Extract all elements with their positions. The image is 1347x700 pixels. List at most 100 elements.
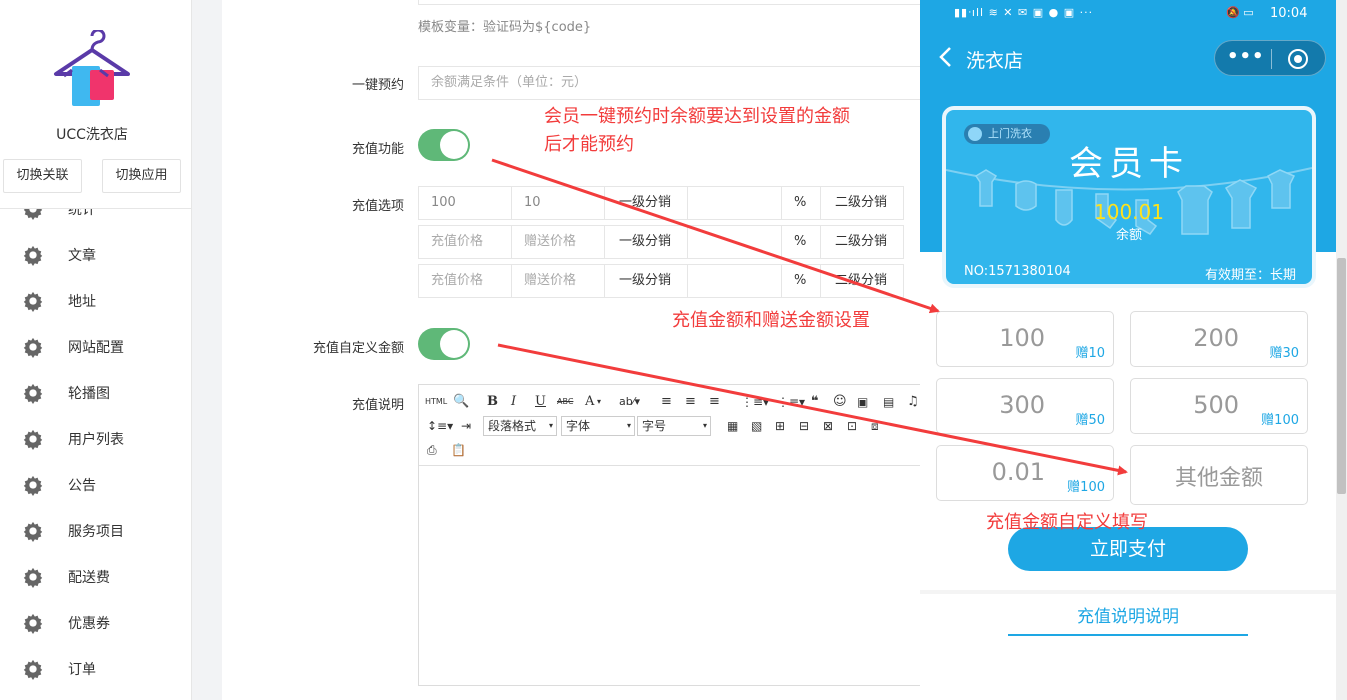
video-icon[interactable]: ▤	[883, 391, 894, 413]
strikethrough-button[interactable]: ABC	[557, 391, 573, 413]
sidebar-item-label: 统计	[68, 202, 96, 218]
line-height-icon[interactable]: ↕≡▾	[427, 415, 453, 437]
recharge-price-input[interactable]: 100	[418, 186, 512, 220]
table-props-icon[interactable]: ▧	[751, 415, 762, 437]
scrollbar-thumb[interactable]	[1337, 258, 1346, 494]
miniprogram-capsule[interactable]: •••	[1214, 40, 1326, 76]
highlight-icon[interactable]: ab⁄▾	[619, 391, 640, 413]
custom-amount-toggle[interactable]	[418, 328, 470, 360]
level1-distribution-label: 一级分销	[604, 186, 688, 220]
sidebar-menu: 统计 文章 地址 网站配置 轮播图 用户列表 公告 服务项目 配送费 优惠券 订…	[0, 202, 191, 700]
gear-icon	[23, 567, 43, 588]
phone-preview: ▮▮ᐧıll ≋ ✕ ✉ ▣ ● ▣ ··· 🔕 ▭ 10:04 洗衣店 •••	[920, 0, 1336, 700]
sidebar: UCC洗衣店 切换关联 切换应用 统计 文章 地址 网站配置 轮播图 用户列表 …	[0, 0, 192, 700]
back-arrow-icon[interactable]	[934, 44, 958, 70]
phone-divider	[920, 590, 1336, 594]
other-amount-label: 其他金额	[1174, 466, 1263, 491]
card-expiry: 有效期至：长期	[1204, 268, 1296, 283]
gift-price-input[interactable]: 赠送价格	[511, 264, 605, 298]
sidebar-item-label: 订单	[68, 662, 96, 678]
amount-value: 200	[1193, 324, 1239, 352]
sidebar-item-site-config[interactable]: 网站配置	[0, 324, 191, 370]
preview-icon[interactable]: 🔍	[453, 391, 469, 413]
emoji-icon[interactable]: ☺	[833, 391, 847, 413]
blockquote-icon[interactable]: ❝	[811, 391, 819, 413]
level1-percent-input[interactable]	[687, 225, 782, 259]
print-icon[interactable]: ⎙	[427, 439, 437, 461]
editor-toolbar-row-3: ⎙ 📋	[423, 439, 483, 461]
toggle-knob	[440, 330, 468, 358]
align-center-icon[interactable]: ≡	[685, 391, 696, 413]
gift-price-input[interactable]: 赠送价格	[511, 225, 605, 259]
paste-icon[interactable]: 📋	[451, 439, 466, 461]
amount-option[interactable]: 100 赠10	[936, 311, 1114, 367]
gift-price-input[interactable]: 10	[511, 186, 605, 220]
music-icon[interactable]: ♫	[907, 391, 919, 413]
chevron-down-icon: ▾	[548, 421, 553, 430]
indent-icon[interactable]: ⇥	[461, 415, 471, 437]
recharge-feature-toggle[interactable]	[418, 129, 470, 161]
switch-app-button[interactable]: 切换应用	[102, 159, 181, 193]
close-target-icon[interactable]	[1288, 49, 1308, 69]
gear-icon	[23, 291, 43, 312]
gift-value: 赠100	[1261, 413, 1299, 428]
amount-value: 0.01	[991, 458, 1045, 486]
chevron-down-icon: ▾	[626, 421, 631, 430]
underline-button[interactable]: U	[535, 391, 546, 413]
amount-option[interactable]: 300 赠50	[936, 378, 1114, 434]
sidebar-item-notice[interactable]: 公告	[0, 462, 191, 508]
recharge-price-input[interactable]: 充值价格	[418, 264, 512, 298]
font-size-select[interactable]: 字号 ▾	[637, 416, 711, 436]
align-right-icon[interactable]: ≡	[709, 391, 720, 413]
sidebar-item-label: 优惠券	[68, 616, 110, 632]
ordered-list-icon[interactable]: ⋮≡▾	[741, 391, 769, 413]
image-icon[interactable]: ▣	[857, 391, 868, 413]
sidebar-item-address[interactable]: 地址	[0, 278, 191, 324]
sidebar-item-label: 服务项目	[68, 524, 124, 540]
one-click-threshold-input[interactable]: 余额满足条件（单位：元）	[418, 66, 922, 100]
sidebar-item-carousel[interactable]: 轮播图	[0, 370, 191, 416]
sidebar-item-services[interactable]: 服务项目	[0, 508, 191, 554]
more-dots-icon[interactable]: •••	[1227, 46, 1264, 67]
merge-cell-icon[interactable]: ⧈	[871, 415, 879, 437]
switch-association-button[interactable]: 切换关联	[3, 159, 82, 193]
italic-button[interactable]: I	[511, 391, 516, 413]
chevron-down-icon[interactable]: ▾	[597, 391, 601, 413]
recharge-desc-tab[interactable]: 充值说明说明	[1008, 602, 1248, 627]
level1-percent-input[interactable]	[687, 264, 782, 298]
table-icon[interactable]: ▦	[727, 415, 738, 437]
gift-value: 赠50	[1075, 413, 1105, 428]
sidebar-item-articles[interactable]: 文章	[0, 232, 191, 278]
level2-distribution-label: 二级分销	[820, 264, 904, 298]
laundry-hanger-logo	[54, 30, 130, 106]
sidebar-item-orders[interactable]: 订单	[0, 646, 191, 692]
gear-icon	[23, 659, 43, 680]
delete-row-icon[interactable]: ⊠	[823, 415, 833, 437]
font-family-select[interactable]: 字体 ▾	[561, 416, 635, 436]
sms-template-input[interactable]	[418, 0, 922, 5]
sidebar-item-users[interactable]: 用户列表	[0, 416, 191, 462]
sidebar-item-delivery-fee[interactable]: 配送费	[0, 554, 191, 600]
level2-distribution-label: 二级分销	[820, 186, 904, 220]
sidebar-item-coupons[interactable]: 优惠券	[0, 600, 191, 646]
paragraph-format-select[interactable]: 段落格式 ▾	[483, 416, 557, 436]
split-cell-icon[interactable]: ⊡	[847, 415, 857, 437]
other-amount-option[interactable]: 其他金额	[1130, 445, 1308, 505]
amount-option[interactable]: 0.01 赠100	[936, 445, 1114, 501]
unordered-list-icon[interactable]: ⋮≡▾	[777, 391, 805, 413]
html-source-button[interactable]: HTML	[425, 391, 447, 413]
sidebar-item-label: 文章	[68, 248, 96, 264]
font-color-button[interactable]: A	[585, 391, 594, 413]
amount-value: 100	[999, 324, 1045, 352]
level1-percent-input[interactable]	[687, 186, 782, 220]
recharge-price-input[interactable]: 充值价格	[418, 225, 512, 259]
amount-option[interactable]: 200 赠30	[1130, 311, 1308, 367]
amount-option[interactable]: 500 赠100	[1130, 378, 1308, 434]
align-left-icon[interactable]: ≡	[661, 391, 672, 413]
gear-icon	[23, 337, 43, 358]
editor-content-area[interactable]	[419, 465, 921, 685]
insert-col-icon[interactable]: ⊟	[799, 415, 809, 437]
insert-row-icon[interactable]: ⊞	[775, 415, 785, 437]
gear-icon	[23, 383, 43, 404]
bold-button[interactable]: B	[487, 391, 498, 413]
